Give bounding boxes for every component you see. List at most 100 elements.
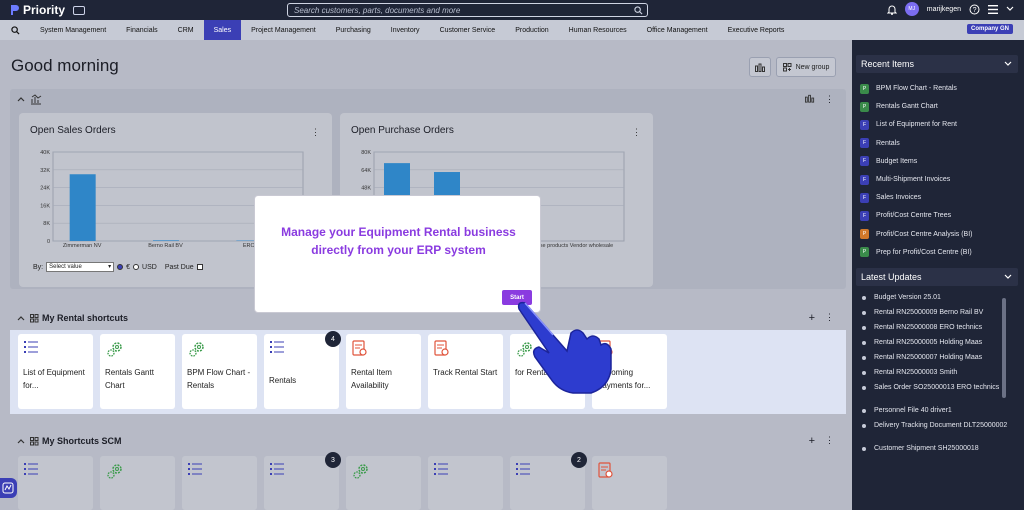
avatar[interactable]: MJ	[904, 2, 919, 16]
kebab-menu-icon[interactable]: ⋮	[825, 94, 834, 105]
recent-item[interactable]: F Profit/Cost Centre Trees	[860, 207, 951, 224]
bar[interactable]	[69, 174, 96, 241]
radio-usd[interactable]	[133, 264, 140, 270]
shortcut-tile[interactable]: Rentals Gantt Chart	[100, 334, 175, 409]
nav-item-office-management[interactable]: Office Management	[637, 20, 718, 40]
x-tick-label: Berno Rail BV	[148, 243, 183, 249]
add-icon[interactable]: +	[809, 312, 815, 324]
gear-icon	[106, 462, 124, 485]
update-item[interactable]: Sales Order SO25000013 ERO technics	[862, 383, 1012, 393]
nav-item-human-resources[interactable]: Human Resources	[559, 20, 637, 40]
menu-icon[interactable]	[988, 4, 998, 14]
update-item[interactable]: Rental RN25000003 Smith	[862, 368, 1012, 378]
update-item[interactable]: Customer Shipment SH25000018	[862, 444, 1012, 454]
shortcut-tile[interactable]: BPM Flow Chart - Rentals	[182, 334, 257, 409]
search-icon	[634, 6, 643, 15]
y-tick-label: 80K	[361, 150, 371, 156]
nav-item-executive-reports[interactable]: Executive Reports	[718, 20, 795, 40]
x-tick-label: Zimmerman NV	[63, 243, 102, 249]
scm-tiles: 32	[10, 452, 846, 510]
chevron-up-icon[interactable]	[17, 96, 25, 102]
nav-search-button[interactable]	[0, 25, 30, 35]
recent-item[interactable]: F Multi-Shipment Invoices	[860, 171, 950, 188]
new-group-button[interactable]: New group	[776, 57, 836, 77]
recent-item[interactable]: P Profit/Cost Centre Analysis (BI)	[860, 226, 972, 243]
nav-item-crm[interactable]: CRM	[168, 20, 204, 40]
recent-item[interactable]: F Rentals	[860, 135, 900, 152]
shortcut-tile[interactable]	[428, 456, 503, 510]
help-icon[interactable]: ?	[969, 4, 980, 15]
section-title: My Shortcuts SCM	[42, 436, 122, 446]
chevron-down-icon	[1004, 274, 1012, 279]
update-label: Rental RN25000005 Holding Maas	[874, 339, 983, 346]
recent-item[interactable]: P BPM Flow Chart - Rentals	[860, 80, 957, 97]
company-badge[interactable]: Company GN	[966, 24, 1013, 34]
chevron-down-icon[interactable]	[1006, 6, 1014, 12]
update-item[interactable]: Personnel File 40 driver1	[862, 406, 1012, 416]
shortcut-tile[interactable]	[182, 456, 257, 510]
shortcut-tile[interactable]: Rentals 4	[264, 331, 341, 409]
id-card-icon[interactable]	[73, 5, 86, 15]
app-name: Priority	[23, 3, 66, 17]
shortcut-tile[interactable]: List of Equipment for...	[18, 334, 93, 409]
recent-item-label: Sales Invoices	[876, 194, 922, 202]
help-launcher-button[interactable]	[0, 478, 17, 498]
recent-item[interactable]: F Sales Invoices	[860, 189, 921, 206]
kebab-menu-icon[interactable]: ⋮	[825, 435, 834, 447]
kebab-menu-icon[interactable]: ⋮	[825, 312, 834, 324]
nav-item-inventory[interactable]: Inventory	[381, 20, 430, 40]
list-icon	[188, 462, 202, 480]
bell-icon[interactable]	[886, 4, 897, 15]
update-item[interactable]: Rental RN25000009 Berno Rail BV	[862, 308, 1012, 318]
search-input[interactable]: Search customers, parts, documents and m…	[287, 3, 648, 17]
recent-item[interactable]: F Budget Items	[860, 153, 917, 170]
nav-item-sales[interactable]: Sales	[203, 20, 242, 40]
group-by-select[interactable]: Select value ▾	[46, 262, 115, 272]
y-tick-label: 32K	[40, 168, 50, 174]
update-item[interactable]: Delivery Tracking Document DLT25000002	[862, 421, 1012, 431]
shortcut-tile[interactable]	[346, 456, 421, 510]
add-icon[interactable]: +	[809, 435, 815, 447]
nav-item-production[interactable]: Production	[505, 20, 558, 40]
shortcut-tile[interactable]	[592, 456, 667, 510]
past-due-checkbox[interactable]	[196, 264, 203, 270]
shortcut-label: Rentals Gantt Chart	[105, 368, 154, 390]
layout-button[interactable]	[749, 57, 771, 77]
item-type-icon: P	[860, 83, 869, 94]
shortcut-tile[interactable]: Rental Item Availability	[346, 334, 421, 409]
update-item[interactable]: Budget Version 25.01	[862, 293, 1012, 303]
nav-item-system-management[interactable]: System Management	[30, 20, 116, 40]
shortcut-tile[interactable]	[100, 456, 175, 510]
nav-item-purchasing[interactable]: Purchasing	[326, 20, 381, 40]
update-item[interactable]: Rental RN25000007 Holding Maas	[862, 353, 1012, 363]
radio-eur[interactable]	[117, 264, 124, 270]
item-type-icon: P	[860, 229, 869, 240]
shortcut-tile[interactable]	[18, 456, 93, 510]
priority-logo-icon	[11, 5, 19, 15]
update-item[interactable]: Rental RN25000005 Holding Maas	[862, 338, 1012, 348]
update-label: Customer Shipment SH25000018	[874, 445, 979, 452]
item-type-icon: F	[860, 210, 869, 221]
recent-items-header[interactable]: Recent Items	[856, 55, 1018, 73]
user-name[interactable]: marijkegen	[927, 6, 961, 13]
bar[interactable]	[153, 240, 179, 241]
item-type-icon: F	[860, 119, 869, 130]
latest-updates-header[interactable]: Latest Updates	[856, 268, 1018, 286]
chevron-up-icon[interactable]	[17, 438, 25, 444]
chevron-up-icon[interactable]	[17, 315, 25, 321]
recent-item[interactable]: P Rentals Gantt Chart	[860, 98, 938, 115]
recent-item-label: Budget Items	[876, 157, 918, 165]
nav-item-financials[interactable]: Financials	[116, 20, 168, 40]
recent-item[interactable]: P Prep for Profit/Cost Centre (BI)	[860, 244, 972, 261]
shortcut-tile[interactable]: Track Rental Start	[428, 334, 503, 409]
app-logo[interactable]: Priority	[10, 3, 65, 17]
gear-icon	[352, 462, 370, 485]
update-item[interactable]: Rental RN25000008 ERO technics	[862, 323, 1012, 333]
recent-item[interactable]: F List of Equipment for Rent	[860, 116, 957, 133]
layout-icon	[754, 63, 765, 72]
updates-scrollbar[interactable]	[1002, 298, 1006, 398]
y-tick-label: 40K	[40, 150, 50, 156]
layout-icon[interactable]	[805, 94, 815, 103]
nav-item-customer-service[interactable]: Customer Service	[430, 20, 506, 40]
nav-item-project-management[interactable]: Project Management	[241, 20, 326, 40]
